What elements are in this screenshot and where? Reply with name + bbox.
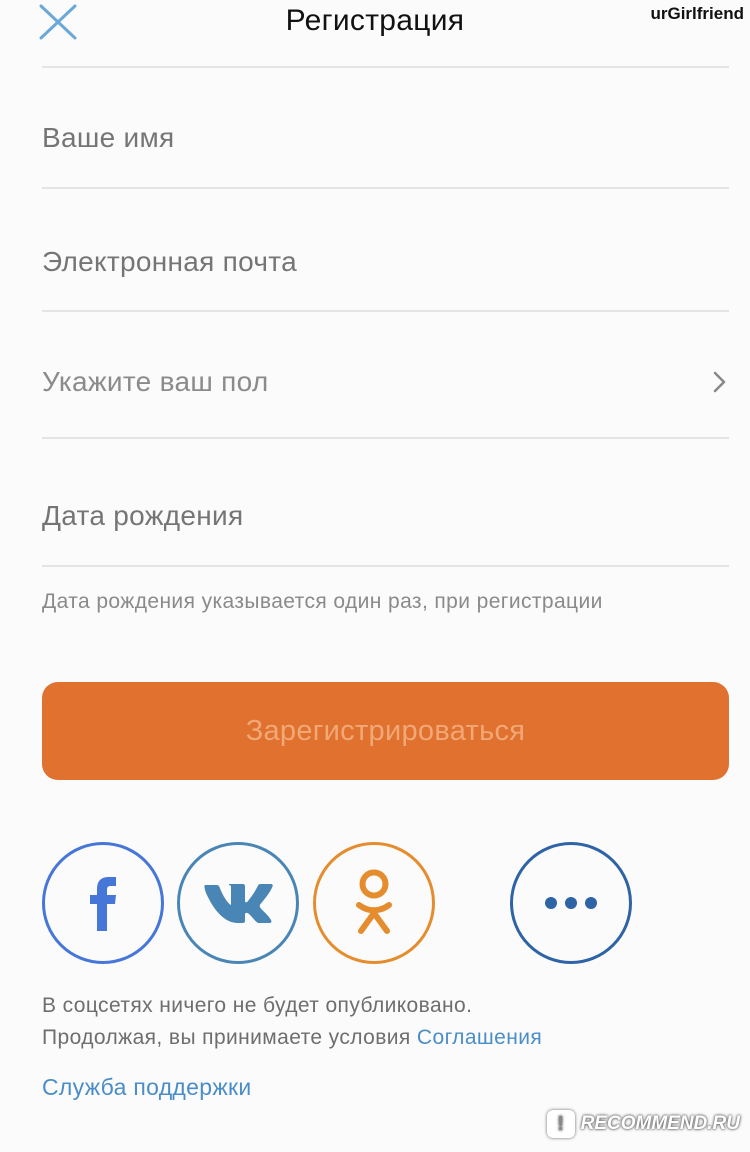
- more-icon: [545, 897, 597, 909]
- chevron-right-icon: [713, 371, 726, 393]
- birthdate-hint: Дата рождения указывается один раз, при …: [42, 590, 603, 613]
- birthdate-field[interactable]: [42, 496, 729, 536]
- vk-login-button[interactable]: [177, 842, 299, 964]
- divider: [42, 437, 729, 439]
- agreement-link[interactable]: Соглашения: [417, 1026, 542, 1049]
- divider: [42, 565, 729, 567]
- header: Регистрация urGirlfriend: [0, 0, 750, 68]
- watermark-recommend-text: RECOMMEND.RU: [580, 1113, 740, 1134]
- more-login-options-button[interactable]: [510, 842, 632, 964]
- email-field[interactable]: [42, 242, 729, 282]
- name-field[interactable]: [42, 118, 729, 158]
- terms-line-1: В соцсетях ничего не будет опубликовано.: [42, 994, 473, 1017]
- odnoklassniki-login-button[interactable]: [313, 842, 435, 964]
- watermark-recommend: ! RECOMMEND.RU: [546, 1110, 740, 1138]
- odnoklassniki-icon: [356, 869, 392, 934]
- terms-line-2-text: Продолжая, вы принимаете условия: [42, 1026, 411, 1049]
- gender-label: Укажите ваш пол: [42, 366, 269, 397]
- watermark-username: urGirlfriend: [650, 4, 744, 23]
- register-button[interactable]: Зарегистрироваться: [42, 682, 729, 780]
- terms-note: В соцсетях ничего не будет опубликовано.…: [42, 990, 542, 1054]
- divider: [42, 66, 729, 68]
- support-link[interactable]: Служба поддержки: [42, 1074, 252, 1101]
- facebook-icon: [90, 877, 116, 931]
- gender-select[interactable]: Укажите ваш пол: [42, 366, 729, 406]
- page-title: Регистрация: [285, 4, 465, 37]
- terms-line-2: Продолжая, вы принимаете условия Соглаше…: [42, 1022, 542, 1054]
- recommend-logo-icon: !: [546, 1110, 575, 1138]
- divider: [42, 310, 729, 312]
- facebook-login-button[interactable]: [42, 842, 164, 964]
- vk-icon: [204, 884, 273, 923]
- divider: [42, 187, 729, 189]
